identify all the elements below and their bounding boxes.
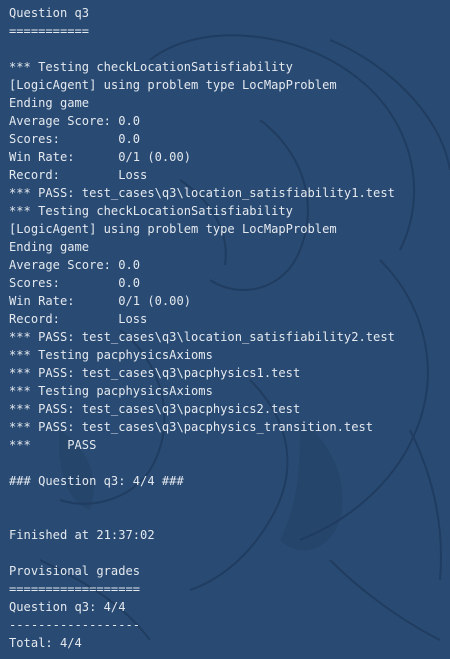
terminal-output: Question q3 =========== *** Testing checkL… xyxy=(9,4,445,652)
terminal-line: ================== xyxy=(9,582,141,596)
terminal-line: Record: Loss xyxy=(9,168,148,182)
terminal-line: Scores: 0.0 xyxy=(9,132,141,146)
terminal-line: ------------------ xyxy=(9,618,141,632)
terminal-line: Win Rate: 0/1 (0.00) xyxy=(9,294,192,308)
terminal-line: Total: 4/4 xyxy=(9,636,82,650)
terminal-line: Record: Loss xyxy=(9,312,148,326)
terminal-line: *** PASS: test_cases\q3\pacphysics_trans… xyxy=(9,420,374,434)
terminal-line: *** PASS: test_cases\q3\location_satisfi… xyxy=(9,330,395,344)
terminal-line: =========== xyxy=(9,24,90,38)
terminal-line: Question q3: 4/4 xyxy=(9,600,126,614)
terminal-line: [LogicAgent] using problem type LocMapPr… xyxy=(9,222,337,236)
terminal-line: Average Score: 0.0 xyxy=(9,114,141,128)
terminal-line: *** Testing checkLocationSatisfiability xyxy=(9,60,293,74)
terminal-line: Question q3 xyxy=(9,6,90,20)
terminal-line: *** Testing checkLocationSatisfiability xyxy=(9,204,293,218)
terminal-line: *** PASS: test_cases\q3\pacphysics2.test xyxy=(9,402,301,416)
terminal-line: Ending game xyxy=(9,96,90,110)
terminal-line: Provisional grades xyxy=(9,564,141,578)
terminal-line: *** PASS: test_cases\q3\location_satisfi… xyxy=(9,186,395,200)
terminal-line: *** PASS xyxy=(9,438,97,452)
terminal-line: ### Question q3: 4/4 ### xyxy=(9,474,184,488)
terminal-line: *** Testing pacphysicsAxioms xyxy=(9,384,213,398)
terminal-line: *** PASS: test_cases\q3\pacphysics1.test xyxy=(9,366,301,380)
terminal-line: Ending game xyxy=(9,240,90,254)
terminal-line: [LogicAgent] using problem type LocMapPr… xyxy=(9,78,337,92)
terminal-line: Win Rate: 0/1 (0.00) xyxy=(9,150,192,164)
terminal-line: Scores: 0.0 xyxy=(9,276,141,290)
terminal-line: Average Score: 0.0 xyxy=(9,258,141,272)
terminal-line: *** Testing pacphysicsAxioms xyxy=(9,348,213,362)
terminal-line: Finished at 21:37:02 xyxy=(9,528,155,542)
